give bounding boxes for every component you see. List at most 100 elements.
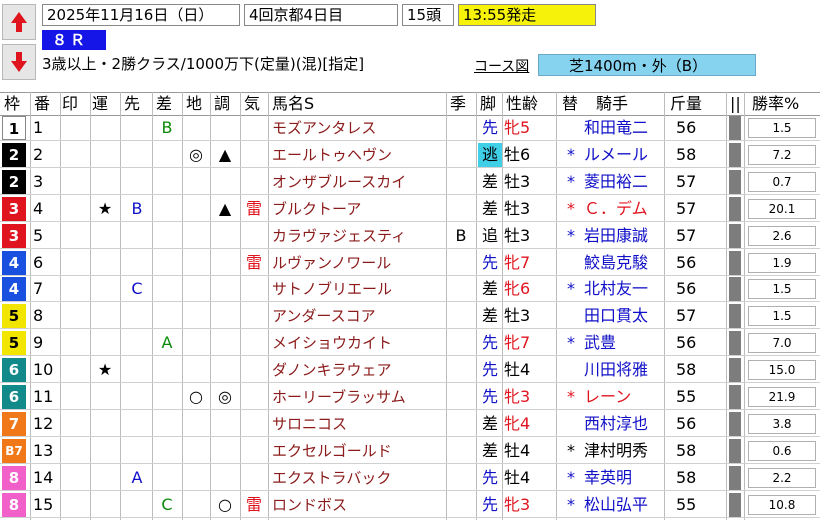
scroll-down-button[interactable] xyxy=(2,44,36,80)
col-seirei[interactable]: 性齢 xyxy=(506,93,538,115)
horse-name[interactable]: カラヴァジェスティ xyxy=(272,224,406,248)
mark-ki xyxy=(243,412,265,436)
col-waku[interactable]: 枠 xyxy=(4,93,20,115)
rate-bar xyxy=(729,250,741,275)
jockey-change-mark xyxy=(560,304,582,328)
jockey-name[interactable]: 和田竜二 xyxy=(584,116,648,140)
col-name[interactable]: 馬名S xyxy=(272,93,314,115)
col-kishu[interactable]: 騎手 xyxy=(596,93,628,115)
table-row[interactable]: 4 6 雷ルヴァンノワール 先牝7 鮫島克駿 56 1.9 xyxy=(0,250,820,276)
mark-sa xyxy=(156,466,178,490)
season-mark xyxy=(450,466,472,490)
col-ban[interactable]: 番 xyxy=(34,93,50,115)
horse-name[interactable]: メイショウカイト xyxy=(272,331,392,355)
jockey-name[interactable]: 田口貫太 xyxy=(584,304,648,328)
rate-bar xyxy=(729,492,741,517)
col-win-rate[interactable]: 勝率% xyxy=(752,93,799,115)
jockey-name[interactable]: 幸英明 xyxy=(584,466,632,490)
col-kinryo[interactable]: 斤量 xyxy=(670,93,702,115)
jockey-change-mark: * xyxy=(567,440,575,460)
running-style: 先 xyxy=(481,252,498,272)
table-row[interactable]: 8 15 C ○ 雷ロンドボス 先牝3 * 松山弘平 55 10.8 xyxy=(0,492,820,518)
horse-name[interactable]: ダノンキラウェア xyxy=(272,358,392,382)
horse-number: 10 xyxy=(33,360,54,380)
mark-un: ★ xyxy=(97,360,113,380)
jockey-name[interactable]: 松山弘平 xyxy=(584,493,648,517)
age: 7 xyxy=(520,252,531,272)
jockey-name[interactable]: 武豊 xyxy=(584,331,616,355)
weight: 56 xyxy=(676,118,697,137)
col-ki2[interactable]: 季 xyxy=(450,93,466,115)
mark-cho xyxy=(214,224,236,248)
jockey-name[interactable]: 岩田康誠 xyxy=(584,224,648,248)
jockey-name[interactable]: 菱田裕二 xyxy=(584,170,648,194)
col-un[interactable]: 運 xyxy=(92,93,108,115)
col-saki[interactable]: 先 xyxy=(124,93,140,115)
col-cho[interactable]: 調 xyxy=(214,93,230,115)
table-row[interactable]: 2 3 オンザブルースカイ差牡3 * 菱田裕二 57 0.7 xyxy=(0,169,820,195)
table-row[interactable]: 6 10 ★ ダノンキラウェア 先牡4 川田将雅 58 15.0 xyxy=(0,358,820,384)
col-sa[interactable]: 差 xyxy=(156,93,172,115)
mark-un xyxy=(94,385,116,409)
col-kae[interactable]: 替 xyxy=(562,93,578,115)
jockey-name[interactable]: レーン xyxy=(584,385,631,409)
table-row[interactable]: 3 5 カラヴァジェスティ B 追牡3 * 岩田康誠 57 2.6 xyxy=(0,223,820,249)
horse-name[interactable]: モズアンタレス xyxy=(272,116,376,140)
horse-number: 5 xyxy=(33,225,44,245)
horse-name[interactable]: ルヴァンノワール xyxy=(272,251,391,275)
jockey-name[interactable]: 北村友一 xyxy=(584,277,648,301)
col-in[interactable]: 印 xyxy=(62,93,78,115)
horse-name[interactable]: エクセルゴールド xyxy=(272,439,392,463)
waku-badge: 6 xyxy=(2,385,26,409)
mark-saki xyxy=(126,439,148,463)
jockey-name[interactable]: ルメール xyxy=(584,143,648,167)
jockey-name[interactable]: 津村明秀 xyxy=(584,439,648,463)
horse-name[interactable]: サトノブリエール xyxy=(272,277,392,301)
age: 4 xyxy=(520,413,531,433)
table-row[interactable]: 5 9 A メイショウカイト 先牝7 * 武豊 56 7.0 xyxy=(0,331,820,357)
table-row[interactable]: 3 4 ★ B ▲ 雷ブルクトーア差牡3 * Ｃ．デム 57 20.1 xyxy=(0,196,820,222)
table-row[interactable]: 6 11 ○ ◎ ホーリーブラッサム 先牝3 * レーン 55 21.9 xyxy=(0,385,820,410)
mark-ki xyxy=(243,304,265,328)
scroll-up-button[interactable] xyxy=(2,4,36,40)
jockey-name[interactable]: 川田将雅 xyxy=(584,358,648,382)
sex: 牡 xyxy=(504,171,521,191)
horse-name[interactable]: アンダースコア xyxy=(272,304,376,328)
horse-name[interactable]: ロンドボス xyxy=(272,493,347,517)
horse-name[interactable]: オンザブルースカイ xyxy=(272,170,406,194)
table-row[interactable]: 7 12 サロニコス 差牝4 西村淳也 56 3.8 xyxy=(0,411,820,437)
col-chi[interactable]: 地 xyxy=(186,93,202,115)
mark-cho: ▲ xyxy=(218,198,232,218)
rate-bar xyxy=(729,169,741,194)
table-row[interactable]: B7 13 エクセルゴールド 差牡4 * 津村明秀 58 0.6 xyxy=(0,438,820,464)
course-map-link[interactable]: コース図 xyxy=(474,56,529,76)
win-rate: 1.9 xyxy=(748,252,816,273)
horse-name[interactable]: エールトゥヘヴン xyxy=(272,143,392,167)
jockey-name[interactable]: 鮫島克駿 xyxy=(584,251,648,275)
jockey-name[interactable]: Ｃ．デム xyxy=(584,197,648,221)
horse-name[interactable]: エクストラバック xyxy=(272,466,391,490)
col-ki[interactable]: 気 xyxy=(244,93,260,115)
sex: 牝 xyxy=(504,494,521,514)
table-row[interactable]: 1 1 B モズアンタレス 先牝5 和田竜二 56 1.5 xyxy=(0,116,820,141)
mark-sa: C xyxy=(161,494,173,514)
mark-saki xyxy=(126,412,148,436)
mark-un xyxy=(94,224,116,248)
jockey-name[interactable]: 西村淳也 xyxy=(584,412,648,436)
table-row[interactable]: 2 2 ◎ ▲ エールトゥヘヴン 逃牡6 * ルメール 58 7.2 xyxy=(0,142,820,168)
table-row[interactable]: 4 7 C サトノブリエール 差牝6 * 北村友一 56 1.5 xyxy=(0,277,820,303)
weight: 58 xyxy=(676,440,697,460)
horse-name[interactable]: ホーリーブラッサム xyxy=(272,385,406,409)
sex: 牡 xyxy=(504,306,521,326)
table-row[interactable]: 8 14 A エクストラバック 先牡4 * 幸英明 58 2.2 xyxy=(0,465,820,491)
col-kyaku[interactable]: 脚 xyxy=(480,93,496,115)
horse-name[interactable]: ブルクトーア xyxy=(272,197,361,221)
table-row[interactable]: 5 8 アンダースコア 差牡3 田口貫太 57 1.5 xyxy=(0,304,820,330)
weight: 56 xyxy=(676,413,697,433)
jockey-change-mark: * xyxy=(567,225,575,245)
horse-name[interactable]: サロニコス xyxy=(272,412,347,436)
mark-chi xyxy=(185,304,207,328)
age: 4 xyxy=(520,360,531,380)
season-mark xyxy=(450,358,472,382)
mark-ki xyxy=(243,277,265,301)
